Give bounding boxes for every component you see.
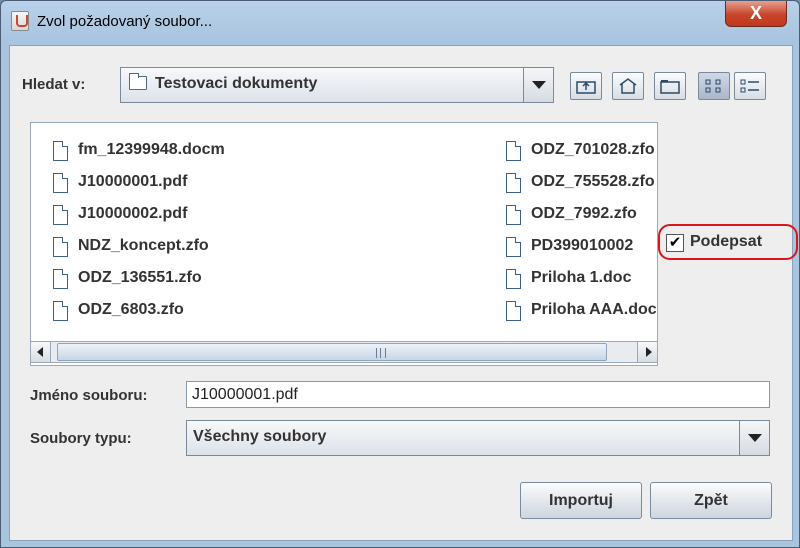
close-button[interactable]: X bbox=[725, 1, 787, 27]
home-button[interactable] bbox=[612, 72, 644, 100]
file-name-input[interactable] bbox=[186, 381, 770, 408]
scroll-right-button[interactable] bbox=[637, 342, 657, 362]
file-name-label: Jméno souboru: bbox=[30, 387, 148, 404]
file-name: PD399010002 bbox=[531, 237, 634, 254]
scroll-left-button[interactable] bbox=[31, 342, 51, 362]
new-folder-icon bbox=[660, 80, 680, 94]
details-view-icon bbox=[740, 79, 759, 93]
file-icon bbox=[53, 269, 68, 289]
look-in-combo[interactable]: Testovaci dokumenty bbox=[120, 67, 554, 103]
file-icon bbox=[506, 269, 521, 289]
file-name: Priloha AAA.doc bbox=[531, 301, 657, 318]
file-name: ODZ_7992.zfo bbox=[531, 205, 637, 222]
sign-label[interactable]: Podepsat bbox=[690, 233, 762, 251]
new-folder-button[interactable] bbox=[654, 72, 686, 100]
look-in-label: Hledat v: bbox=[22, 76, 86, 93]
file-dialog-window: Zvol požadovaný soubor... X Hledat v: Te… bbox=[0, 0, 800, 548]
file-name: fm_12399948.docm bbox=[78, 141, 225, 158]
chevron-down-icon[interactable] bbox=[739, 421, 769, 455]
chevron-down-icon[interactable] bbox=[523, 68, 553, 102]
home-icon bbox=[619, 78, 637, 94]
file-icon bbox=[506, 205, 521, 225]
look-in-value: Testovaci dokumenty bbox=[155, 75, 318, 92]
scroll-thumb[interactable] bbox=[57, 343, 607, 361]
file-icon bbox=[53, 237, 68, 257]
file-type-value: Všechny soubory bbox=[193, 428, 327, 445]
back-button[interactable]: Zpět bbox=[650, 482, 772, 519]
horizontal-scrollbar[interactable] bbox=[30, 341, 658, 363]
file-icon bbox=[506, 301, 521, 321]
file-name: ODZ_136551.zfo bbox=[78, 269, 202, 286]
file-name: NDZ_koncept.zfo bbox=[78, 237, 209, 254]
file-icon bbox=[53, 173, 68, 193]
file-name: J10000001.pdf bbox=[78, 173, 188, 190]
up-one-level-button[interactable] bbox=[570, 72, 602, 100]
list-view-icon bbox=[705, 79, 721, 93]
dialog-content: Hledat v: Testovaci dokumenty fm_1239994… bbox=[9, 45, 798, 541]
file-icon bbox=[506, 141, 521, 161]
file-icon bbox=[53, 301, 68, 321]
import-button[interactable]: Importuj bbox=[520, 482, 642, 519]
file-icon bbox=[53, 205, 68, 225]
sign-highlight: ✔ Podepsat bbox=[658, 224, 798, 260]
folder-up-icon bbox=[576, 81, 596, 94]
file-list[interactable]: fm_12399948.docm J10000001.pdf J10000002.p… bbox=[30, 122, 658, 366]
file-name: ODZ_6803.zfo bbox=[78, 301, 184, 318]
file-icon bbox=[53, 141, 68, 161]
file-name: J10000002.pdf bbox=[78, 205, 188, 222]
details-view-button[interactable] bbox=[734, 72, 766, 100]
window-title: Zvol požadovaný soubor... bbox=[37, 13, 213, 30]
folder-icon bbox=[129, 73, 147, 90]
file-icon bbox=[506, 237, 521, 257]
file-name: Priloha 1.doc bbox=[531, 269, 632, 286]
file-icon bbox=[506, 173, 521, 193]
list-view-button[interactable] bbox=[698, 72, 730, 100]
file-type-label: Soubory typu: bbox=[30, 430, 132, 447]
title-bar: Zvol požadovaný soubor... X bbox=[1, 1, 799, 45]
file-type-combo[interactable]: Všechny soubory bbox=[186, 420, 770, 456]
grip-icon bbox=[376, 348, 386, 358]
sign-checkbox[interactable]: ✔ bbox=[666, 234, 684, 252]
file-name: ODZ_701028.zfo bbox=[531, 141, 655, 158]
file-name: ODZ_755528.zfo bbox=[531, 173, 655, 190]
java-icon bbox=[11, 11, 29, 31]
